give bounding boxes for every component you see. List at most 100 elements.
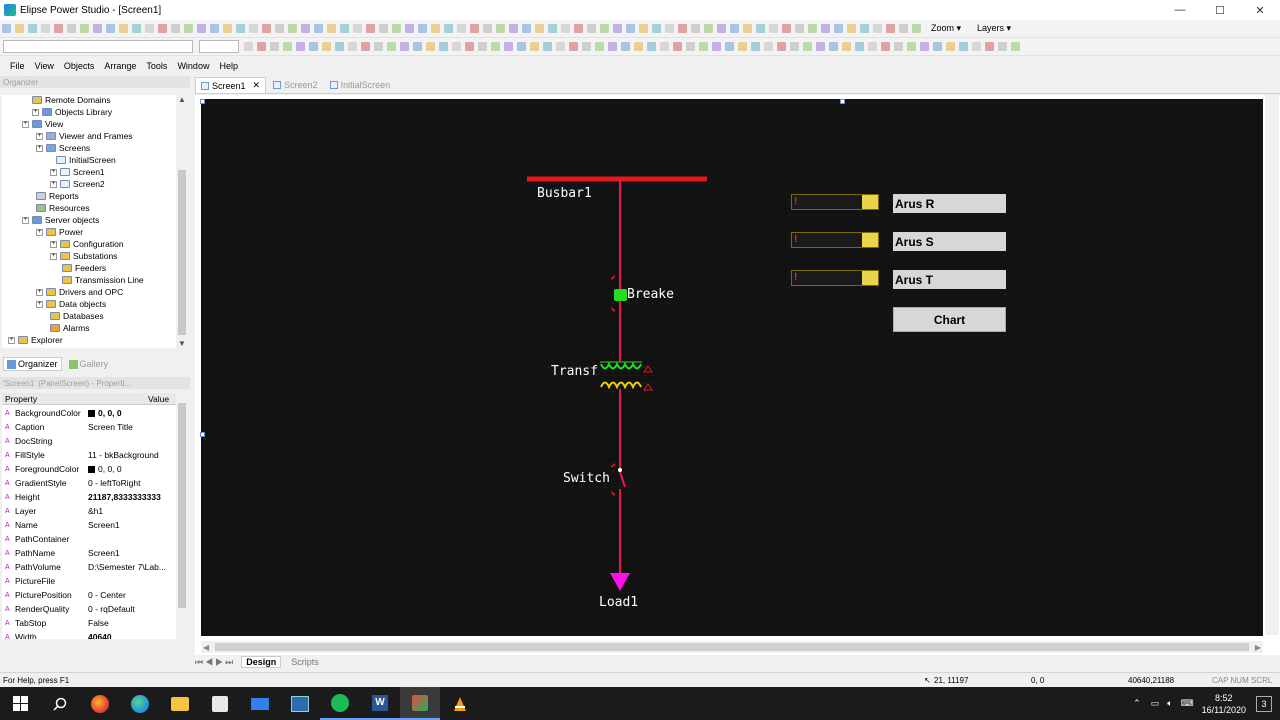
- toolbar-tool-icon[interactable]: [387, 42, 396, 51]
- search-icon[interactable]: [40, 687, 80, 720]
- toolbar-tool-icon[interactable]: [426, 42, 435, 51]
- zoom-dropdown[interactable]: Zoom ▾: [931, 23, 961, 34]
- property-value[interactable]: 0 - rqDefault: [88, 604, 135, 614]
- menu-window[interactable]: Window: [177, 61, 209, 71]
- expand-icon[interactable]: +: [50, 240, 57, 248]
- toolbar-tool-icon[interactable]: [647, 42, 656, 51]
- property-row[interactable]: A TabStop False: [2, 616, 176, 630]
- toolbar-tool-icon[interactable]: [405, 24, 414, 33]
- toolbar-tool-icon[interactable]: [855, 42, 864, 51]
- toolbar-tool-icon[interactable]: [184, 24, 193, 33]
- tree-item[interactable]: + Substations: [50, 250, 117, 262]
- selection-handle[interactable]: [200, 432, 205, 437]
- arus-s-indicator[interactable]: !: [791, 232, 879, 248]
- clock-date[interactable]: 16/11/2020: [1202, 704, 1246, 716]
- tab-design[interactable]: Design: [241, 656, 282, 668]
- property-value[interactable]: Screen1: [88, 548, 120, 558]
- toolbar-tool-icon[interactable]: [262, 24, 271, 33]
- property-row[interactable]: A PictureFile: [2, 574, 176, 588]
- toolbar-tool-icon[interactable]: [712, 42, 721, 51]
- property-row[interactable]: A PicturePosition 0 - Center: [2, 588, 176, 602]
- menu-help[interactable]: Help: [219, 61, 238, 71]
- toolbar-tool-icon[interactable]: [452, 42, 461, 51]
- toolbar-tool-icon[interactable]: [972, 42, 981, 51]
- arus-t-indicator[interactable]: !: [791, 270, 879, 286]
- arus-s-display[interactable]: Arus S: [893, 232, 1006, 251]
- tree-item[interactable]: + Viewer and Frames: [36, 130, 133, 142]
- scroll-up-icon[interactable]: ▲: [178, 95, 186, 104]
- property-row[interactable]: A BackgroundColor 0, 0, 0: [2, 406, 176, 420]
- toolbar-tool-icon[interactable]: [314, 24, 323, 33]
- property-row[interactable]: A FillStyle 11 - bkBackground: [2, 448, 176, 462]
- tree-item[interactable]: InitialScreen: [56, 154, 116, 166]
- notifications-icon[interactable]: 3: [1256, 695, 1272, 712]
- canvas-vscrollbar[interactable]: [1265, 95, 1279, 635]
- property-row[interactable]: A RenderQuality 0 - rqDefault: [2, 602, 176, 616]
- toolbar-tool-icon[interactable]: [600, 24, 609, 33]
- toolbar-tool-icon[interactable]: [54, 24, 63, 33]
- hscroll-thumb[interactable]: [215, 643, 1249, 651]
- doc-tab-initialscreen[interactable]: InitialScreen: [325, 77, 396, 93]
- toolbar-tool-icon[interactable]: [93, 24, 102, 33]
- toolbar-tool-icon[interactable]: [439, 42, 448, 51]
- toolbar-tool-icon[interactable]: [777, 42, 786, 51]
- toolbar-tool-icon[interactable]: [847, 24, 856, 33]
- scroll-left-icon[interactable]: ◀: [203, 643, 209, 652]
- tree-item[interactable]: + Power: [36, 226, 83, 238]
- toolbar-tool-icon[interactable]: [322, 42, 331, 51]
- toolbar-tool-icon[interactable]: [444, 24, 453, 33]
- toolbar-tool-icon[interactable]: [296, 42, 305, 51]
- toolbar-tool-icon[interactable]: [244, 42, 253, 51]
- toolbar-tool-icon[interactable]: [665, 24, 674, 33]
- word-icon[interactable]: W: [360, 687, 400, 720]
- toolbar-tool-icon[interactable]: [829, 42, 838, 51]
- toolbar-tool-icon[interactable]: [535, 24, 544, 33]
- property-row[interactable]: A PathName Screen1: [2, 546, 176, 560]
- toolbar-tool-icon[interactable]: [335, 42, 344, 51]
- toolbar-tool-icon[interactable]: [509, 24, 518, 33]
- toolbar-tool-icon[interactable]: [2, 24, 11, 33]
- toolbar-tool-icon[interactable]: [543, 42, 552, 51]
- toolbar-tool-icon[interactable]: [769, 24, 778, 33]
- minimize-button[interactable]: —: [1160, 0, 1200, 20]
- toolbar-tool-icon[interactable]: [145, 24, 154, 33]
- volume-icon[interactable]: 🔈︎: [1167, 698, 1172, 709]
- selection-handle[interactable]: [200, 99, 205, 104]
- toolbar-tool-icon[interactable]: [119, 24, 128, 33]
- property-row[interactable]: A PathVolume D:\Semester 7\Lab...: [2, 560, 176, 574]
- property-row[interactable]: A Name Screen1: [2, 518, 176, 532]
- arus-r-display[interactable]: Arus R: [893, 194, 1006, 213]
- property-value[interactable]: &h1: [88, 506, 103, 516]
- close-button[interactable]: ✕: [1240, 0, 1280, 20]
- toolbar-tool-icon[interactable]: [569, 42, 578, 51]
- toolbar-tool-icon[interactable]: [582, 42, 591, 51]
- doc-tab-screen2[interactable]: Screen2: [268, 77, 323, 93]
- spotify-icon[interactable]: [320, 687, 360, 720]
- toolbar-tool-icon[interactable]: [621, 42, 630, 51]
- expand-icon[interactable]: +: [22, 120, 29, 128]
- toolbar-tool-icon[interactable]: [790, 42, 799, 51]
- toolbar-tool-icon[interactable]: [465, 42, 474, 51]
- toolbar-tool-icon[interactable]: [613, 24, 622, 33]
- tree-item[interactable]: + Screen2: [50, 178, 105, 190]
- elipse-power-icon[interactable]: [400, 687, 440, 720]
- toolbar-tool-icon[interactable]: [561, 24, 570, 33]
- expand-icon[interactable]: +: [36, 228, 43, 236]
- start-button[interactable]: [0, 687, 40, 720]
- switch-symbol[interactable]: [610, 463, 626, 496]
- toolbar-tool-icon[interactable]: [998, 42, 1007, 51]
- toolbar-tool-icon[interactable]: [478, 42, 487, 51]
- toolbar-tool-icon[interactable]: [756, 24, 765, 33]
- toolbar-tool-icon[interactable]: [413, 42, 422, 51]
- property-row[interactable]: A PathContainer: [2, 532, 176, 546]
- properties-scroll-thumb[interactable]: [178, 403, 186, 608]
- expand-icon[interactable]: +: [50, 252, 57, 260]
- expand-icon[interactable]: +: [22, 216, 29, 224]
- tree-item[interactable]: + Drivers and OPC: [36, 286, 123, 298]
- toolbar-tool-icon[interactable]: [392, 24, 401, 33]
- property-value[interactable]: 0 - Center: [88, 590, 126, 600]
- toolbar-tool-icon[interactable]: [634, 42, 643, 51]
- tree-item[interactable]: + Screen1: [50, 166, 105, 178]
- toolbar-tool-icon[interactable]: [920, 42, 929, 51]
- toolbar-tool-icon[interactable]: [795, 24, 804, 33]
